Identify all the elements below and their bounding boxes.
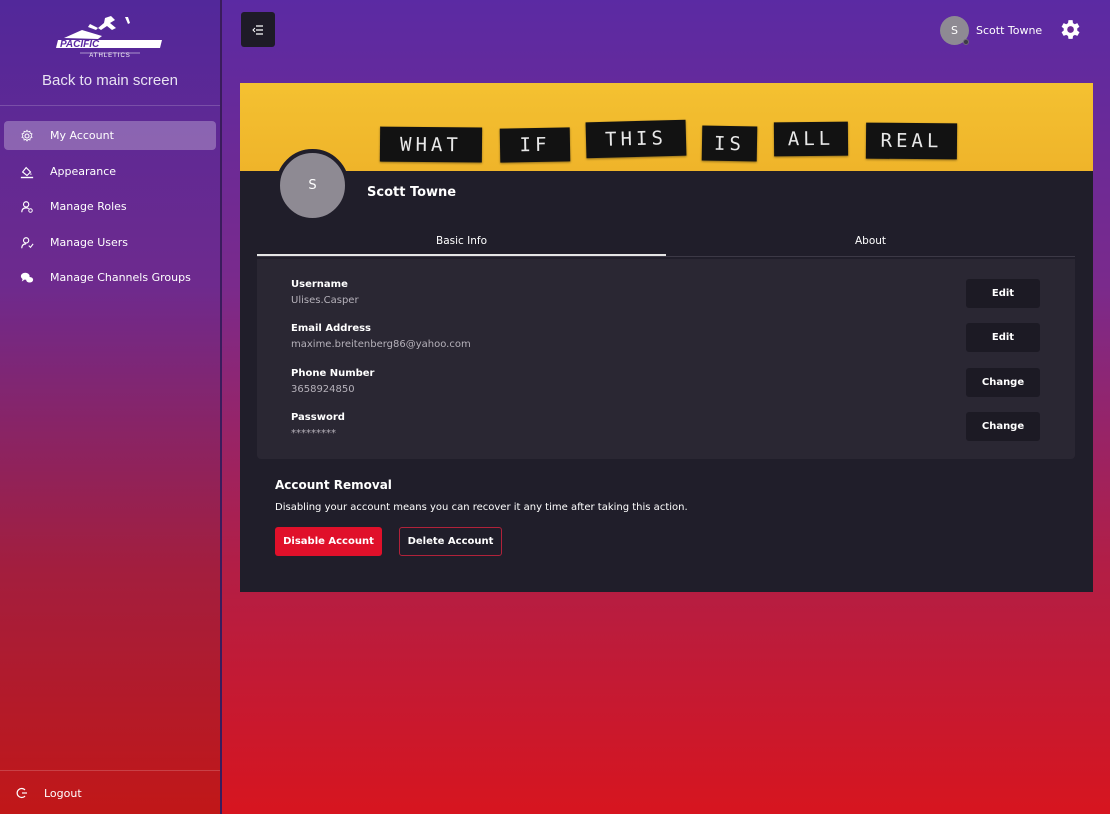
field-label: Email Address: [291, 323, 372, 334]
sidebar-item-manage-channels-groups[interactable]: Manage Channels Groups: [4, 263, 216, 292]
logout-label: Logout: [44, 786, 82, 800]
field-label: Username: [291, 279, 348, 290]
banner-word: IS: [701, 125, 758, 162]
back-to-main-link[interactable]: Back to main screen: [0, 72, 220, 89]
sidebar-item-label: Manage Users: [50, 236, 128, 249]
menu-collapse-icon: [252, 20, 264, 39]
account-removal-title: Account Removal: [275, 478, 392, 492]
status-dot: [963, 38, 969, 45]
profile-tabs: Basic Info About: [257, 229, 1075, 257]
sidebar-item-label: Manage Roles: [50, 200, 127, 213]
banner-word: WHAT: [379, 126, 483, 163]
sidebar-item-my-account[interactable]: My Account: [4, 121, 216, 150]
sidebar-item-label: Manage Channels Groups: [50, 271, 191, 284]
sidebar-item-manage-roles[interactable]: Manage Roles: [4, 192, 216, 221]
field-value: Ulises.Casper: [291, 295, 359, 306]
disable-account-button[interactable]: Disable Account: [275, 527, 382, 556]
sidebar-item-manage-users[interactable]: Manage Users: [4, 228, 216, 257]
banner-word: ALL: [773, 121, 849, 157]
logout-icon: [16, 787, 28, 799]
account-removal-description: Disabling your account means you can rec…: [275, 502, 688, 513]
basic-info-panel: Username Ulises.Casper Edit Email Addres…: [257, 259, 1075, 459]
delete-account-button[interactable]: Delete Account: [399, 527, 502, 556]
sidebar-divider: [0, 105, 220, 106]
password-field: Password *********: [291, 412, 345, 439]
tab-basic-info[interactable]: Basic Info: [257, 229, 666, 256]
field-value: *********: [291, 428, 336, 439]
field-label: Phone Number: [291, 368, 375, 379]
profile-avatar[interactable]: S: [276, 149, 349, 222]
paint-bucket-icon: [20, 165, 34, 179]
banner-word: THIS: [585, 119, 687, 159]
email-field: Email Address maxime.breitenberg86@yahoo…: [291, 323, 471, 350]
profile-name: Scott Towne: [367, 185, 457, 200]
phone-field: Phone Number 3658924850: [291, 368, 374, 395]
field-label: Password: [291, 412, 345, 423]
username-field: Username Ulises.Casper: [291, 279, 359, 306]
gear-icon: [20, 129, 34, 143]
pacific-athletics-logo[interactable]: PACIFIC ATHLETICS: [50, 14, 170, 59]
banner-word: REAL: [865, 122, 958, 160]
edit-email-button[interactable]: Edit: [966, 323, 1040, 352]
sidebar-item-label: My Account: [50, 129, 114, 142]
avatar-initial: S: [951, 23, 958, 37]
chat-bubbles-icon: [20, 271, 34, 285]
user-menu[interactable]: S Scott Towne: [940, 15, 1042, 45]
svg-text:PACIFIC: PACIFIC: [60, 39, 100, 50]
field-value: maxime.breitenberg86@yahoo.com: [291, 339, 471, 350]
svg-text:ATHLETICS: ATHLETICS: [89, 53, 131, 58]
sidebar: PACIFIC ATHLETICS Back to main screen My…: [0, 0, 222, 814]
field-value: 3658924850: [291, 384, 355, 395]
change-password-button[interactable]: Change: [966, 412, 1040, 441]
profile-avatar-initial: S: [308, 178, 317, 193]
avatar[interactable]: S: [940, 15, 969, 45]
user-roles-icon: [20, 200, 34, 214]
banner-word: IF: [499, 127, 571, 163]
tab-about[interactable]: About: [666, 229, 1075, 256]
logout-button[interactable]: Logout: [16, 784, 82, 802]
users-icon: [20, 236, 34, 250]
sidebar-item-label: Appearance: [50, 165, 117, 178]
edit-username-button[interactable]: Edit: [966, 279, 1040, 308]
header-user-name: Scott Towne: [976, 23, 1043, 37]
sidebar-bottom-divider: [0, 770, 220, 771]
change-phone-button[interactable]: Change: [966, 368, 1040, 397]
account-card: WHAT IF THIS IS ALL REAL S Scott Towne B…: [240, 83, 1093, 592]
menu-toggle-button[interactable]: [241, 12, 275, 47]
sidebar-item-appearance[interactable]: Appearance: [4, 157, 216, 186]
profile-banner: WHAT IF THIS IS ALL REAL: [240, 83, 1093, 171]
settings-gear-icon[interactable]: [1057, 17, 1082, 42]
